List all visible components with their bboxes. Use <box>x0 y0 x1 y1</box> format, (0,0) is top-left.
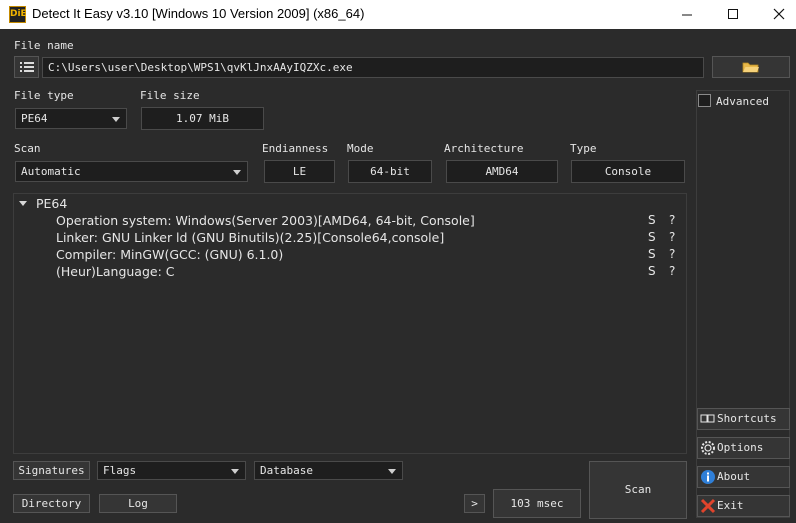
file-size-value: 1.07 MiB <box>141 107 264 130</box>
endianness-value: LE <box>264 160 335 183</box>
scan-time-display: 103 msec <box>493 489 581 518</box>
tree-root-pe64[interactable]: PE64 <box>36 196 67 211</box>
flags-select[interactable]: Flags <box>97 461 246 480</box>
info-button[interactable]: ? <box>669 247 675 261</box>
chevron-down-icon <box>233 170 241 175</box>
minimize-icon <box>682 14 692 16</box>
endianness-label: Endianness <box>262 142 329 155</box>
scan-mode-value: Automatic <box>21 165 81 178</box>
expand-arrow-icon[interactable] <box>19 201 27 207</box>
info-button[interactable]: ? <box>669 213 675 227</box>
architecture-label: Architecture <box>444 142 524 155</box>
folder-icon <box>742 62 759 73</box>
file-path-input[interactable]: C:\Users\user\Desktop\WPS1\qvKlJnxAAyIQZ… <box>42 57 704 78</box>
signature-button[interactable]: S <box>648 247 656 261</box>
scan-button[interactable]: Scan <box>589 461 687 519</box>
architecture-value: AMD64 <box>446 160 558 183</box>
app-logo-icon: DiE <box>9 6 27 23</box>
tree-item-language[interactable]: (Heur)Language: C <box>56 264 175 279</box>
maximize-button[interactable] <box>710 0 756 29</box>
open-file-button[interactable] <box>712 56 790 78</box>
shortcuts-icon <box>700 414 715 423</box>
next-button[interactable]: > <box>464 494 485 513</box>
results-tree[interactable]: PE64 Operation system: Windows(Server 20… <box>13 193 687 454</box>
about-button[interactable]: About <box>697 466 790 488</box>
file-menu-button[interactable] <box>14 56 39 78</box>
advanced-checkbox[interactable] <box>698 94 711 107</box>
info-button[interactable]: ? <box>669 264 675 278</box>
options-label: Options <box>717 441 764 454</box>
file-type-value: PE64 <box>21 112 48 125</box>
exit-icon <box>700 498 716 514</box>
type-label: Type <box>570 142 597 155</box>
list-menu-icon <box>19 62 34 72</box>
close-icon <box>773 8 785 20</box>
type-value: Console <box>571 160 685 183</box>
scan-mode-select[interactable]: Automatic <box>15 161 248 182</box>
advanced-label: Advanced <box>716 95 769 108</box>
exit-label: Exit <box>717 499 744 512</box>
chevron-down-icon <box>388 469 396 474</box>
scan-label: Scan <box>14 142 41 155</box>
tree-item-compiler[interactable]: Compiler: MinGW(GCC: (GNU) 6.1.0) <box>56 247 283 262</box>
flags-value: Flags <box>103 464 137 477</box>
log-button[interactable]: Log <box>99 494 177 513</box>
exit-button[interactable]: Exit <box>697 495 790 517</box>
info-button[interactable]: ? <box>669 230 675 244</box>
signature-button[interactable]: S <box>648 264 656 278</box>
file-type-label: File type <box>14 89 74 102</box>
mode-value: 64-bit <box>348 160 432 183</box>
maximize-icon <box>728 9 738 19</box>
signature-button[interactable]: S <box>648 213 656 227</box>
database-value: Database <box>260 464 313 477</box>
window-title: Detect It Easy v3.10 [Windows 10 Version… <box>32 6 365 21</box>
info-icon <box>701 470 715 484</box>
about-label: About <box>717 470 751 483</box>
file-type-select[interactable]: PE64 <box>15 108 127 129</box>
mode-label: Mode <box>347 142 374 155</box>
title-bar: DiE Detect It Easy v3.10 [Windows 10 Ver… <box>0 0 796 29</box>
chevron-down-icon <box>112 117 120 122</box>
minimize-button[interactable] <box>664 0 710 29</box>
gear-icon <box>701 441 715 455</box>
directory-button[interactable]: Directory <box>13 494 90 513</box>
options-button[interactable]: Options <box>697 437 790 459</box>
chevron-down-icon <box>231 469 239 474</box>
signature-button[interactable]: S <box>648 230 656 244</box>
shortcuts-button[interactable]: Shortcuts <box>697 408 790 430</box>
tree-item-operation-system[interactable]: Operation system: Windows(Server 2003)[A… <box>56 213 475 228</box>
close-button[interactable] <box>756 0 796 29</box>
database-select[interactable]: Database <box>254 461 403 480</box>
signatures-button[interactable]: Signatures <box>13 461 90 480</box>
shortcuts-label: Shortcuts <box>717 412 777 425</box>
file-size-label: File size <box>140 89 200 102</box>
file-name-label: File name <box>14 39 74 52</box>
tree-item-linker[interactable]: Linker: GNU Linker ld (GNU Binutils)(2.2… <box>56 230 444 245</box>
